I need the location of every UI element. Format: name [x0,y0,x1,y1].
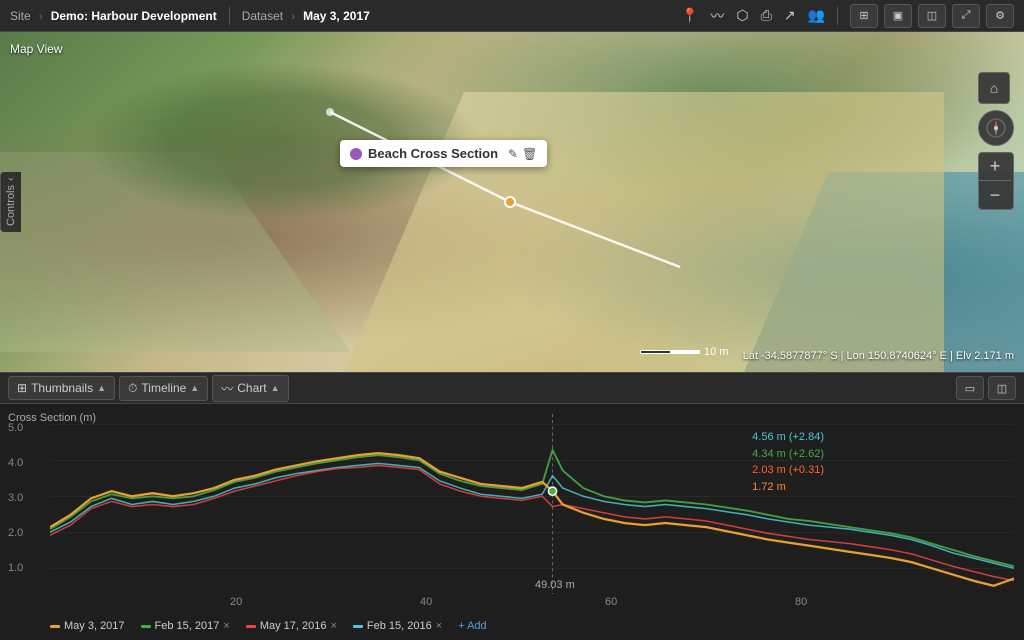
location-popup: Beach Cross Section ✎ 🗑 [340,140,547,167]
dataset-date: May 3, 2017 [303,9,370,23]
edit-icon[interactable]: ✎ [508,147,518,161]
popup-dot [350,148,362,160]
coords-bar: Lat -34.5877877° S | Lon 150.8740624° E … [743,350,1014,362]
polygon-icon[interactable]: ⬡ [736,7,748,24]
bottom-toolbar: ⊞ Thumbnails ▲ ⏱ Timeline ▲ 〰 Chart ▲ ▭ … [0,372,1024,404]
feb15-2017-line [50,450,1014,566]
controls-chevron: ‹ [5,178,17,182]
delete-icon[interactable]: 🗑 [522,147,537,161]
chart-legend: May 3, 2017 Feb 15, 2017 × May 17, 2016 … [50,620,1014,632]
chart-icon[interactable]: 〰 [710,6,724,26]
map-view-label: Map View [10,42,62,56]
legend-remove-feb15-2016[interactable]: × [436,620,442,632]
x-tick-80: 80 [795,596,807,608]
home-btn[interactable]: ⌂ [978,72,1010,104]
scale-line [640,350,700,354]
thumbnails-chevron: ▲ [97,383,106,393]
timeline-btn[interactable]: ⏱ Timeline ▲ [119,376,208,401]
site-label: Site [10,9,31,23]
y-tick-5: 5.0 [8,422,23,434]
legend-may3: May 3, 2017 [50,620,125,632]
legend-may17-2016: May 17, 2016 × [246,620,337,632]
layout-btn-1[interactable]: ⊞ [850,4,878,28]
timeline-label: Timeline [141,381,186,395]
layout-btn-4[interactable]: ⤢ [952,4,980,28]
popup-icons: ✎ 🗑 [508,147,537,161]
feb15-2016-line [50,463,1014,568]
map-area[interactable]: Beach Cross Section ✎ 🗑 Map View Control… [0,32,1024,372]
legend-label-may17-2016: May 17, 2016 [260,620,327,632]
y-tick-3: 3.0 [8,492,23,504]
timeline-icon: ⏱ [128,381,137,396]
site-name: Demo: Harbour Development [51,9,217,23]
chart-chevron: ▲ [271,383,280,393]
legend-remove-may17-2016[interactable]: × [330,620,336,632]
timeline-chevron: ▲ [190,383,199,393]
x-tick-60: 60 [605,596,617,608]
legend-label-feb15-2016: Feb 15, 2016 [367,620,432,632]
layout-btn-3[interactable]: ◫ [918,4,946,28]
scale-label: 10 m [704,346,728,358]
layout-btn-2[interactable]: ▣ [884,4,912,28]
site-sep: › [39,9,43,23]
thumbnails-btn[interactable]: ⊞ Thumbnails ▲ [8,376,115,400]
export-icon[interactable]: ⎙ [761,7,772,24]
chart-layout-single[interactable]: ▭ [956,376,984,400]
legend-add-btn[interactable]: + Add [458,620,486,632]
legend-feb15-2016: Feb 15, 2016 × [353,620,442,632]
thumbnails-icon: ⊞ [17,381,27,395]
layout-controls: ⊞ ▣ ◫ ⤢ ⚙ [850,4,1014,28]
legend-label-may3: May 3, 2017 [64,620,125,632]
settings-btn[interactable]: ⚙ [986,4,1014,28]
divider [229,7,230,25]
y-tick-2: 2.0 [8,527,23,539]
legend-dot-feb15-2016 [353,625,363,628]
chart-layout-split[interactable]: ◫ [988,376,1016,400]
may3-2017-line [50,453,1014,586]
legend-feb15-2017: Feb 15, 2017 × [141,620,230,632]
x-tick-40: 40 [420,596,432,608]
legend-dot-feb15-2017 [141,625,151,628]
zoom-in-btn[interactable]: + [979,153,1011,181]
dataset-sep: › [291,9,295,23]
chart-label: Chart [237,381,266,395]
controls-label: Controls [5,185,17,226]
chart-line-icon: 〰 [221,380,233,397]
chart-area: Cross Section (m) 5.0 4.0 3.0 2.0 1.0 20… [0,404,1024,640]
distance-label: 49.03 m [535,579,575,591]
zoom-group: + − [978,152,1014,210]
divider2 [837,7,838,25]
dataset-label: Dataset [242,9,283,23]
y-tick-4: 4.0 [8,457,23,469]
compass-btn[interactable] [978,110,1014,146]
map-controls-right: ⌂ + − [978,72,1014,210]
chart-layout-btns: ▭ ◫ [956,376,1016,400]
scale-bar: 10 m [640,346,728,358]
legend-remove-feb15-2017[interactable]: × [223,620,229,632]
legend-dot-may17-2016 [246,625,256,628]
x-tick-20: 20 [230,596,242,608]
controls-panel[interactable]: Controls ‹ [0,172,21,232]
y-tick-1: 1.0 [8,562,23,574]
legend-dot-may3 [50,625,60,628]
top-bar-icons: 📍 〰 ⬡ ⎙ ↗ 👥 [681,6,825,26]
thumbnails-label: Thumbnails [31,381,93,395]
chart-btn[interactable]: 〰 Chart ▲ [212,375,288,402]
users-icon[interactable]: 👥 [808,7,825,24]
top-bar: Site › Demo: Harbour Development Dataset… [0,0,1024,32]
chart-svg [50,414,1014,594]
pin-icon[interactable]: 📍 [681,7,698,24]
may17-2016-line [50,465,1014,580]
share-icon[interactable]: ↗ [784,7,796,24]
legend-label-feb15-2017: Feb 15, 2017 [155,620,220,632]
zoom-out-btn[interactable]: − [979,181,1011,209]
popup-title: Beach Cross Section [368,146,498,161]
